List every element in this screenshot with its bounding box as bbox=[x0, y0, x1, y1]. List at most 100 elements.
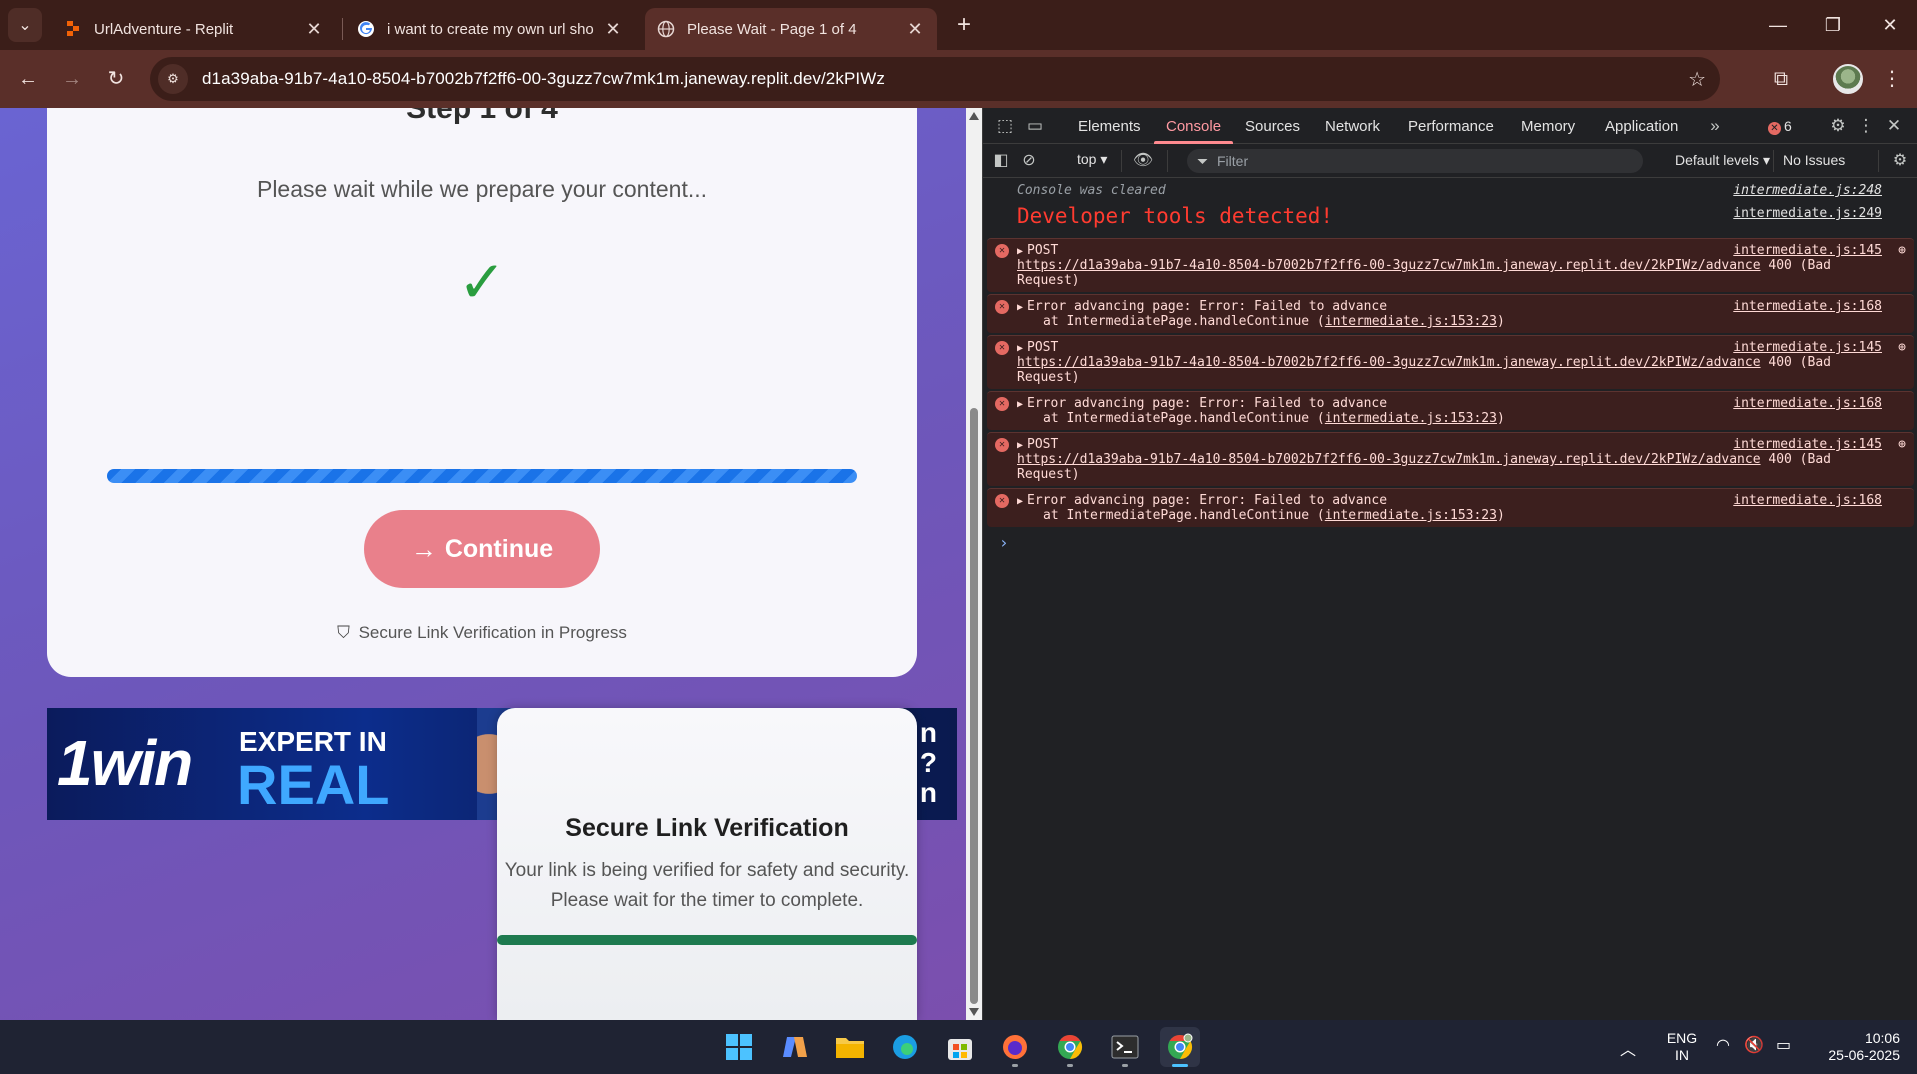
wifi-icon[interactable]: ◠ bbox=[1716, 1035, 1730, 1055]
restore-button[interactable]: ❐ bbox=[1808, 8, 1858, 42]
chrome-profile-icon[interactable] bbox=[1160, 1027, 1200, 1067]
window-close-button[interactable]: ✕ bbox=[1865, 8, 1915, 42]
expand-arrow-icon[interactable]: ▶ bbox=[1017, 302, 1023, 313]
error-icon: ✕ bbox=[995, 438, 1009, 452]
battery-icon[interactable]: ▭ bbox=[1776, 1035, 1791, 1055]
stack-link[interactable]: intermediate.js:153:23 bbox=[1325, 411, 1497, 426]
profile-avatar[interactable] bbox=[1833, 64, 1863, 94]
issues-button[interactable]: No Issues bbox=[1783, 152, 1845, 168]
tab-search-button[interactable]: ⌄ bbox=[8, 8, 42, 42]
filter-input[interactable]: ⏷ Filter bbox=[1187, 149, 1643, 173]
clock[interactable]: 10:06 25-06-2025 bbox=[1810, 1030, 1900, 1064]
continue-button[interactable]: → Continue bbox=[364, 510, 600, 588]
stack-link[interactable]: intermediate.js:153:23 bbox=[1325, 508, 1497, 523]
minimize-button[interactable]: — bbox=[1753, 8, 1803, 42]
source-link[interactable]: intermediate.js:145 bbox=[1733, 340, 1882, 355]
devtools-menu-icon[interactable]: ⋮ bbox=[1854, 114, 1878, 138]
firefox-icon[interactable] bbox=[995, 1027, 1035, 1067]
progress-bar bbox=[107, 469, 857, 483]
source-link[interactable]: intermediate.js:145 bbox=[1733, 437, 1882, 452]
source-link[interactable]: intermediate.js:168 bbox=[1733, 493, 1882, 508]
terminal-icon[interactable] bbox=[1105, 1027, 1145, 1067]
tab-elements[interactable]: Elements bbox=[1078, 108, 1141, 144]
file-explorer-icon[interactable] bbox=[830, 1027, 870, 1067]
expand-arrow-icon[interactable]: ▶ bbox=[1017, 246, 1023, 257]
tab-please-wait[interactable]: Please Wait - Page 1 of 4 ✕ bbox=[645, 8, 937, 50]
speaker-muted-icon[interactable]: 🔇 bbox=[1744, 1035, 1764, 1055]
extensions-button[interactable]: ⧉ bbox=[1765, 63, 1797, 95]
back-button[interactable]: ← bbox=[12, 63, 44, 95]
settings-gear-icon[interactable]: ⚙ bbox=[1826, 114, 1850, 138]
device-toggle-icon[interactable]: ▭ bbox=[1023, 114, 1047, 138]
edge-icon[interactable] bbox=[885, 1027, 925, 1067]
request-url[interactable]: https://d1a39aba-91b7-4a10-8504-b7002b7f… bbox=[1017, 452, 1761, 467]
tab-performance[interactable]: Performance bbox=[1408, 108, 1494, 144]
close-icon[interactable]: ✕ bbox=[304, 19, 324, 40]
console-settings-icon[interactable]: ⚙ bbox=[1888, 149, 1912, 173]
tab-urladventure[interactable]: UrlAdventure - Replit ✕ bbox=[52, 8, 336, 50]
eye-icon[interactable]: 👁 bbox=[1131, 149, 1155, 173]
chrome-icon[interactable] bbox=[1050, 1027, 1090, 1067]
close-icon[interactable]: ✕ bbox=[905, 19, 925, 40]
browser-menu-button[interactable]: ⋮ bbox=[1880, 63, 1904, 95]
reload-button[interactable]: ↻ bbox=[100, 63, 132, 95]
address-bar[interactable]: ⚙ d1a39aba-91b7-4a10-8504-b7002b7f2ff6-0… bbox=[150, 57, 1720, 101]
bookmark-star-icon[interactable]: ☆ bbox=[1688, 67, 1706, 92]
forward-button[interactable]: → bbox=[56, 63, 88, 95]
tab-application[interactable]: Application bbox=[1605, 108, 1678, 144]
more-tabs-icon[interactable]: » bbox=[1703, 114, 1727, 138]
source-link[interactable]: intermediate.js:168 bbox=[1733, 396, 1882, 411]
source-link[interactable]: intermediate.js:248 bbox=[1733, 183, 1882, 198]
request-url[interactable]: https://d1a39aba-91b7-4a10-8504-b7002b7f… bbox=[1017, 258, 1761, 273]
status-text: 400 (Bad bbox=[1768, 452, 1831, 467]
clear-console-icon[interactable]: ⊘ bbox=[1017, 149, 1041, 173]
language-indicator[interactable]: ENG IN bbox=[1660, 1030, 1704, 1064]
site-info-button[interactable]: ⚙ bbox=[158, 64, 188, 94]
context-selector[interactable]: top ▾ bbox=[1077, 151, 1107, 168]
expand-arrow-icon[interactable]: ▶ bbox=[1017, 399, 1023, 410]
tab-console[interactable]: Console bbox=[1153, 108, 1234, 144]
url-text[interactable]: d1a39aba-91b7-4a10-8504-b7002b7f2ff6-00-… bbox=[202, 69, 885, 89]
inspect-icon[interactable]: ⬚ bbox=[993, 114, 1017, 138]
tab-network[interactable]: Network bbox=[1325, 108, 1380, 144]
arrow-right-icon: → bbox=[410, 533, 437, 564]
error-counter[interactable]: ✕ 6 bbox=[1768, 108, 1792, 144]
verification-text: Secure Link Verification in Progress bbox=[358, 623, 627, 642]
new-tab-button[interactable]: + bbox=[950, 12, 978, 40]
network-globe-icon[interactable]: ⊕ bbox=[1898, 437, 1906, 452]
tray-expand-icon[interactable]: ︿ bbox=[1620, 1036, 1636, 1060]
dropdown-arrow-icon: ▾ bbox=[1100, 151, 1108, 167]
tab-sources[interactable]: Sources bbox=[1245, 108, 1300, 144]
source-link[interactable]: intermediate.js:249 bbox=[1733, 206, 1882, 221]
scroll-up-arrow[interactable] bbox=[969, 112, 979, 120]
request-method: POST bbox=[1027, 340, 1059, 355]
network-globe-icon[interactable]: ⊕ bbox=[1898, 340, 1906, 355]
copilot-icon[interactable] bbox=[775, 1027, 815, 1067]
console-prompt[interactable]: › bbox=[999, 533, 1009, 552]
page-scrollbar[interactable] bbox=[966, 108, 982, 1020]
windows-start-icon[interactable] bbox=[719, 1027, 759, 1067]
network-globe-icon[interactable]: ⊕ bbox=[1898, 243, 1906, 258]
expand-arrow-icon[interactable]: ▶ bbox=[1017, 440, 1023, 451]
expand-arrow-icon[interactable]: ▶ bbox=[1017, 496, 1023, 507]
checkmark-icon: ✓ bbox=[457, 250, 507, 315]
log-levels-dropdown[interactable]: Default levels ▾ bbox=[1675, 152, 1770, 169]
close-icon[interactable]: ✕ bbox=[603, 19, 623, 40]
tab-google-search[interactable]: i want to create my own url sho ✕ bbox=[345, 8, 635, 50]
sidebar-toggle-icon[interactable]: ◧ bbox=[989, 149, 1013, 173]
page-viewport: Step 1 of 4 Please wait while we prepare… bbox=[0, 108, 966, 1020]
console-prompt-row[interactable]: › bbox=[983, 527, 1917, 557]
request-url[interactable]: https://d1a39aba-91b7-4a10-8504-b7002b7f… bbox=[1017, 355, 1761, 370]
scroll-down-arrow[interactable] bbox=[969, 1008, 979, 1016]
close-icon[interactable]: ✕ bbox=[1882, 114, 1906, 138]
globe-icon bbox=[657, 20, 675, 38]
source-link[interactable]: intermediate.js:168 bbox=[1733, 299, 1882, 314]
store-icon[interactable] bbox=[940, 1027, 980, 1067]
error-count: 6 bbox=[1784, 118, 1792, 134]
stack-link[interactable]: intermediate.js:153:23 bbox=[1325, 314, 1497, 329]
stack-text: at IntermediatePage.handleContinue ( bbox=[1043, 411, 1325, 426]
tab-memory[interactable]: Memory bbox=[1521, 108, 1575, 144]
source-link[interactable]: intermediate.js:145 bbox=[1733, 243, 1882, 258]
expand-arrow-icon[interactable]: ▶ bbox=[1017, 343, 1023, 354]
scroll-thumb[interactable] bbox=[970, 408, 978, 1004]
